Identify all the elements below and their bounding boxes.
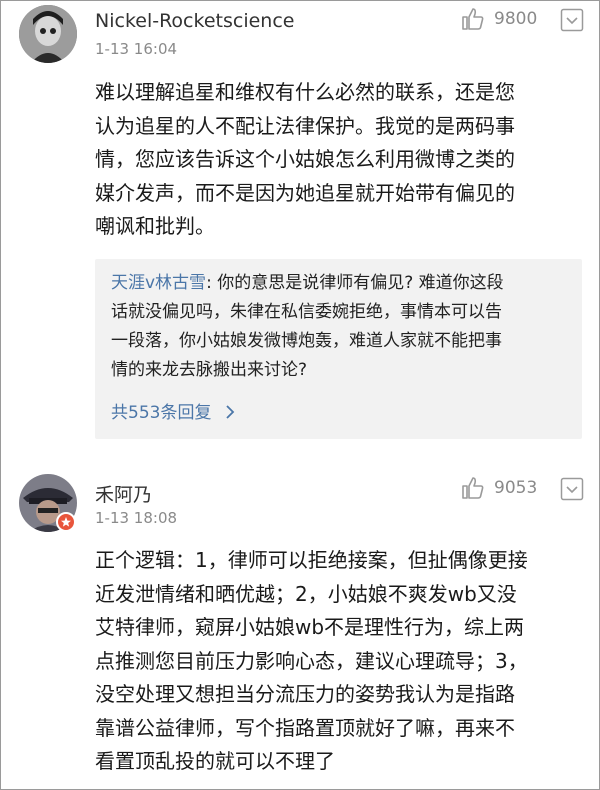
reply-username[interactable]: 天涯v林古雪 bbox=[111, 273, 206, 293]
comment-body: 难以理解追星和维权有什么必然的联系，还是您 认为追星的人不配让法律保护。我觉的是… bbox=[95, 76, 579, 244]
comment-item: Nickel-Rocketscience 1-13 16:04 9800 难以理… bbox=[0, 0, 600, 460]
reply-text: 天涯v林古雪: 你的意思是说律师有偏见? 难道你这段 话就没偏见吗，朱律在私信委… bbox=[111, 269, 504, 385]
reply-line: 话就没偏见吗，朱律在私信委婉拒绝，事情本可以告 bbox=[111, 302, 502, 322]
view-replies-label: 共553条回复 bbox=[111, 403, 212, 423]
comment-line: 情，您应该告诉这个小姑娘怎么利用微博之类的 bbox=[95, 147, 515, 171]
comment-line: 认为追星的人不配让法律保护。我觉的是两码事 bbox=[95, 113, 515, 138]
thumbs-up-icon[interactable] bbox=[460, 6, 486, 32]
comment-body: 正个逻辑：1，律师可以拒绝接案，但扯偶像更接 近发泄情绪和晒优越；2，小姑娘不爽… bbox=[95, 544, 579, 779]
reply-line: 情的来龙去脉搬出来讨论? bbox=[111, 360, 308, 380]
chevron-down-box-icon[interactable] bbox=[560, 477, 584, 501]
comment-line: 近发泄情绪和晒优越；2，小姑娘不爽发wb又没 bbox=[95, 581, 517, 606]
reply-line: : 你的意思是说律师有偏见? 难道你这段 bbox=[206, 273, 504, 293]
avatar[interactable] bbox=[19, 5, 77, 63]
chevron-down-box-icon[interactable] bbox=[560, 8, 584, 32]
like-count: 9800 bbox=[494, 9, 538, 29]
username[interactable]: Nickel-Rocketscience bbox=[95, 10, 294, 32]
verified-badge-icon bbox=[56, 512, 76, 532]
comment-line: 靠谱公益律师，写个指路置顶就好了嘛，再来不 bbox=[95, 715, 515, 740]
comment-line: 嘲讽和批判。 bbox=[95, 214, 215, 238]
like-count: 9053 bbox=[494, 478, 538, 498]
comment-line: 正个逻辑：1，律师可以拒绝接案，但扯偶像更接 bbox=[95, 548, 528, 572]
thumbs-up-icon[interactable] bbox=[460, 475, 486, 501]
comment-line: 艾特律师，窥屏小姑娘wb不是理性行为，综上两 bbox=[95, 615, 525, 639]
reply-line: 一段落，你小姑娘发微博炮轰，难道人家就不能把事 bbox=[111, 331, 502, 351]
comment-line: 媒介发声，而不是因为她追星就开始带有偏见的 bbox=[95, 180, 515, 205]
comment-item: 禾阿乃 1-13 18:08 9053 正个逻辑：1，律师可以拒绝接案，但扯偶像… bbox=[0, 460, 600, 790]
chevron-right-icon bbox=[226, 405, 235, 419]
reply-preview-box[interactable]: 天涯v林古雪: 你的意思是说律师有偏见? 难道你这段 话就没偏见吗，朱律在私信委… bbox=[95, 259, 582, 439]
comment-line: 没空处理又想担当分流压力的姿势我认为是指路 bbox=[95, 682, 515, 706]
timestamp: 1-13 16:04 bbox=[95, 40, 178, 58]
timestamp: 1-13 18:08 bbox=[95, 509, 178, 527]
view-replies-link[interactable]: 共553条回复 bbox=[111, 398, 235, 423]
comment-line: 点推测您目前压力影响心态，建议心理疏导；3， bbox=[95, 648, 528, 673]
comment-line: 难以理解追星和维权有什么必然的联系，还是您 bbox=[95, 80, 515, 104]
username[interactable]: 禾阿乃 bbox=[95, 480, 152, 507]
comment-line: 看置顶乱投的就可以不理了 bbox=[95, 749, 335, 773]
